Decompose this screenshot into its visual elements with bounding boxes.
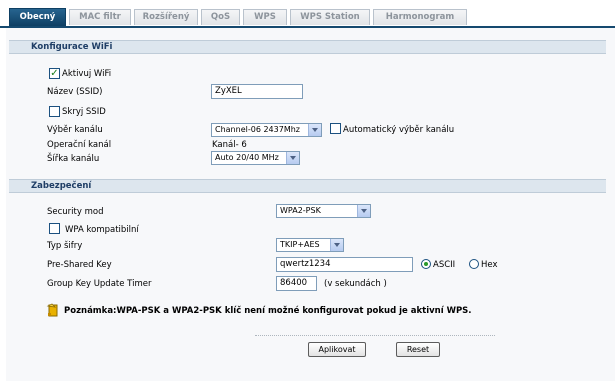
- cipher-type-value: TKIP+AES: [280, 240, 320, 249]
- enable-wifi-checkbox[interactable]: ✓: [49, 68, 60, 79]
- channel-width-select[interactable]: Auto 20/40 MHz: [211, 151, 300, 165]
- enable-wifi-label: Aktivuj WiFi: [62, 69, 112, 79]
- tab-schedule[interactable]: Harmonogram: [373, 9, 467, 25]
- chevron-down-icon: [308, 124, 321, 136]
- chevron-down-icon: [357, 205, 370, 217]
- channel-select[interactable]: Channel-06 2437Mhz: [211, 123, 322, 137]
- cipher-type-select[interactable]: TKIP+AES: [276, 238, 344, 252]
- security-mode-value: WPA2-PSK: [280, 206, 321, 215]
- note-prefix: Poznámka:: [64, 306, 117, 316]
- cipher-type-label: Typ šifry: [47, 241, 83, 251]
- group-key-timer-input[interactable]: 86400: [276, 276, 317, 291]
- tab-mac-filter[interactable]: MAC filtr: [69, 9, 131, 25]
- group-key-timer-label: Group Key Update Timer: [47, 279, 152, 289]
- security-section-title: Zabezpečení: [31, 181, 92, 191]
- channel-label: Výběr kanálu: [47, 125, 103, 135]
- tab-wps[interactable]: WPS: [243, 9, 287, 25]
- psk-label: Pre-Shared Key: [47, 260, 112, 270]
- wifi-section-title: Konfigurace WiFi: [31, 42, 113, 52]
- note-icon: [46, 303, 60, 318]
- wifi-section-header: Konfigurace WiFi: [9, 40, 606, 54]
- ssid-input[interactable]: ZyXEL: [211, 84, 303, 99]
- apply-button[interactable]: Aplikovat: [308, 342, 366, 357]
- chevron-down-icon: [286, 152, 299, 164]
- channel-width-value: Auto 20/40 MHz: [215, 153, 279, 162]
- security-mode-label: Security mod: [47, 207, 104, 217]
- channel-select-value: Channel-06 2437Mhz: [215, 125, 300, 134]
- operating-channel-label: Operační kanál: [47, 140, 112, 150]
- note-text: Poznámka:WPA-PSK a WPA2-PSK klíč není mo…: [64, 305, 472, 317]
- chevron-down-icon: [330, 239, 343, 251]
- operating-channel-value: Kanál- 6: [212, 140, 247, 150]
- tab-qos[interactable]: QoS: [201, 9, 240, 25]
- ascii-radio[interactable]: [421, 259, 431, 269]
- psk-input[interactable]: qwertz1234: [276, 257, 413, 272]
- tab-obecny[interactable]: Obecný: [9, 8, 66, 26]
- group-key-timer-unit: (v sekundách ): [324, 279, 387, 289]
- ascii-label: ASCII: [433, 260, 456, 270]
- wpa-compatible-label: WPA kompatibilní: [65, 225, 139, 235]
- hex-label: Hex: [481, 260, 498, 270]
- hide-ssid-label: Skryj SSID: [62, 107, 106, 117]
- reset-button[interactable]: Reset: [396, 342, 440, 357]
- note-body: WPA-PSK a WPA2-PSK klíč není možné konfi…: [116, 306, 472, 316]
- security-section-header: Zabezpečení: [9, 179, 606, 193]
- ssid-label: Název (SSID): [47, 87, 103, 97]
- wpa-compatible-checkbox[interactable]: [49, 223, 60, 234]
- divider: [255, 335, 495, 336]
- tab-bar: Obecný MAC filtr Rozšířený QoS WPS WPS S…: [0, 0, 615, 28]
- auto-channel-checkbox[interactable]: [330, 123, 341, 134]
- tab-advanced[interactable]: Rozšířený: [134, 9, 198, 25]
- security-mode-select[interactable]: WPA2-PSK: [276, 204, 371, 218]
- hide-ssid-checkbox[interactable]: [49, 106, 60, 117]
- channel-width-label: Šířka kanálu: [47, 154, 100, 164]
- auto-channel-label: Automatický výběr kanálu: [343, 125, 455, 135]
- tab-wps-station[interactable]: WPS Station: [290, 9, 370, 25]
- hex-radio[interactable]: [469, 259, 479, 269]
